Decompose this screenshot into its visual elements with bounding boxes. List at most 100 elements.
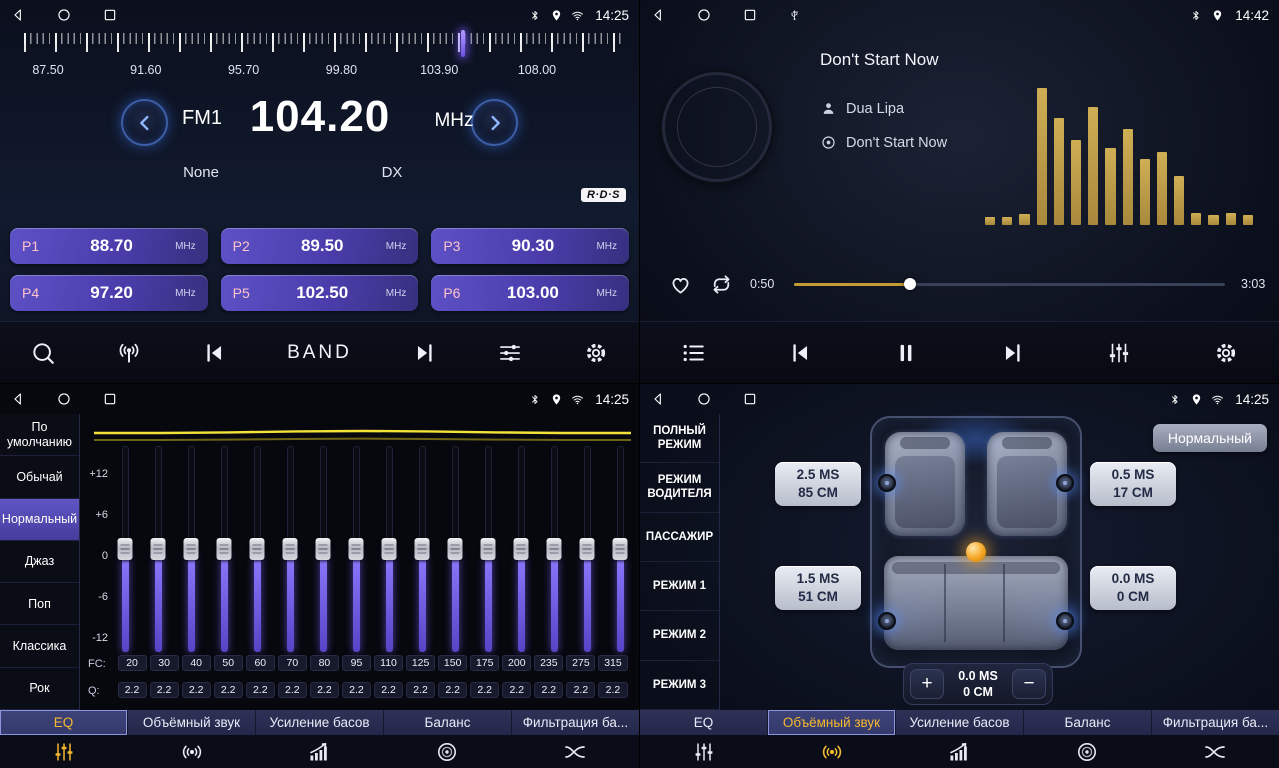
gear-icon[interactable] xyxy=(1213,340,1239,366)
radio-preset-p3-button[interactable]: P390.30MHz xyxy=(431,228,629,264)
broadcast-icon[interactable] xyxy=(116,340,142,366)
slider-handle[interactable] xyxy=(514,538,529,560)
eq-band-slider[interactable] xyxy=(545,446,563,652)
recents-square-icon[interactable] xyxy=(102,391,118,407)
field-mode-item[interactable]: РЕЖИМ ВОДИТЕЛЯ xyxy=(640,463,719,512)
home-circle-icon[interactable] xyxy=(696,7,712,23)
eq-preset-item[interactable]: По умолчанию xyxy=(0,414,79,456)
slider-handle[interactable] xyxy=(580,538,595,560)
next-icon[interactable] xyxy=(1000,340,1026,366)
slider-handle[interactable] xyxy=(151,538,166,560)
radio-preset-p4-button[interactable]: P497.20MHz xyxy=(10,275,208,311)
speaker-rear-left-icon[interactable] xyxy=(878,612,896,630)
eq-band-slider[interactable] xyxy=(281,446,299,652)
previous-icon[interactable] xyxy=(787,340,813,366)
next-icon[interactable] xyxy=(412,340,438,366)
slider-handle[interactable] xyxy=(547,538,562,560)
frequency-dial[interactable]: 87.5091.6095.7099.80103.90108.00 xyxy=(24,33,625,81)
tab-balance[interactable]: Баланс xyxy=(1024,710,1152,735)
slider-handle[interactable] xyxy=(382,538,397,560)
pause-icon[interactable] xyxy=(893,340,919,366)
eq-band-slider[interactable] xyxy=(215,446,233,652)
field-mode-item[interactable]: ПОЛНЫЙ РЕЖИМ xyxy=(640,414,719,463)
eq-band-slider[interactable] xyxy=(446,446,464,652)
slider-handle[interactable] xyxy=(415,538,430,560)
tab-filter[interactable]: Фильтрация ба... xyxy=(1152,710,1279,735)
tab-balance[interactable]: Баланс xyxy=(384,710,512,735)
radio-preset-p1-button[interactable]: P188.70MHz xyxy=(10,228,208,264)
home-circle-icon[interactable] xyxy=(696,391,712,407)
eq-band-slider[interactable] xyxy=(611,446,629,652)
tab-bass-boost[interactable]: Усиление басов xyxy=(256,710,384,735)
eq-band-slider[interactable] xyxy=(149,446,167,652)
tab-eq-icon-cell[interactable] xyxy=(0,740,128,764)
tab-filter-icon-cell[interactable] xyxy=(511,740,639,764)
eq-band-slider[interactable] xyxy=(182,446,200,652)
slider-handle[interactable] xyxy=(250,538,265,560)
tab-balance-icon-cell[interactable] xyxy=(383,740,511,764)
eq-preset-item[interactable]: Обычай xyxy=(0,456,79,498)
field-mode-item[interactable]: РЕЖИМ 2 xyxy=(640,611,719,660)
tab-eq[interactable]: EQ xyxy=(0,710,128,735)
delay-rear-right[interactable]: 0.0 MS 0 CM xyxy=(1090,566,1176,610)
radio-preset-p6-button[interactable]: P6103.00MHz xyxy=(431,275,629,311)
eq-preset-item[interactable]: Классика xyxy=(0,625,79,667)
slider-handle[interactable] xyxy=(184,538,199,560)
recents-square-icon[interactable] xyxy=(102,7,118,23)
tab-balance-icon-cell[interactable] xyxy=(1023,740,1151,764)
back-icon[interactable] xyxy=(650,391,666,407)
tab-surround-sound-icon-cell[interactable] xyxy=(128,740,256,764)
seek-down-button[interactable] xyxy=(121,99,168,146)
slider-handle[interactable] xyxy=(283,538,298,560)
scan-icon[interactable] xyxy=(30,340,56,366)
listening-position-marker[interactable] xyxy=(966,542,986,562)
field-preset-button[interactable]: Нормальный xyxy=(1153,424,1267,452)
repeat-icon[interactable] xyxy=(709,272,734,297)
delay-rear-left[interactable]: 1.5 MS 51 CM xyxy=(775,566,861,610)
field-mode-item[interactable]: РЕЖИМ 1 xyxy=(640,562,719,611)
slider-handle[interactable] xyxy=(448,538,463,560)
tab-bass-boost-icon-cell[interactable] xyxy=(256,740,384,764)
recents-square-icon[interactable] xyxy=(742,391,758,407)
back-icon[interactable] xyxy=(10,391,26,407)
slider-handle[interactable] xyxy=(217,538,232,560)
slider-handle[interactable] xyxy=(316,538,331,560)
tab-bass-boost[interactable]: Усиление басов xyxy=(896,710,1024,735)
mixer-icon[interactable] xyxy=(1106,340,1132,366)
radio-preset-p2-button[interactable]: P289.50MHz xyxy=(221,228,419,264)
slider-handle[interactable] xyxy=(613,538,628,560)
eq-band-slider[interactable] xyxy=(479,446,497,652)
speaker-front-right-icon[interactable] xyxy=(1056,474,1074,492)
eq-band-slider[interactable] xyxy=(413,446,431,652)
tab-eq[interactable]: EQ xyxy=(640,710,768,735)
tab-filter[interactable]: Фильтрация ба... xyxy=(512,710,639,735)
tune-icon[interactable] xyxy=(497,340,523,366)
eq-band-slider[interactable] xyxy=(380,446,398,652)
delay-front-right[interactable]: 0.5 MS 17 CM xyxy=(1090,462,1176,506)
seek-bar[interactable] xyxy=(794,283,1225,286)
field-mode-item[interactable]: РЕЖИМ 3 xyxy=(640,661,719,710)
playlist-icon[interactable] xyxy=(680,340,706,366)
tab-bass-boost-icon-cell[interactable] xyxy=(896,740,1024,764)
eq-band-slider[interactable] xyxy=(512,446,530,652)
field-mode-item[interactable]: ПАССАЖИР xyxy=(640,513,719,562)
home-circle-icon[interactable] xyxy=(56,391,72,407)
delay-front-left[interactable]: 2.5 MS 85 CM xyxy=(775,462,861,506)
back-icon[interactable] xyxy=(10,7,26,23)
heart-icon[interactable] xyxy=(668,272,693,297)
speaker-front-left-icon[interactable] xyxy=(878,474,896,492)
home-circle-icon[interactable] xyxy=(56,7,72,23)
eq-band-slider[interactable] xyxy=(347,446,365,652)
eq-preset-item[interactable]: Поп xyxy=(0,583,79,625)
delay-increase-button[interactable]: + xyxy=(910,669,944,699)
slider-handle[interactable] xyxy=(118,538,133,560)
band-button[interactable]: BAND xyxy=(287,342,352,364)
previous-icon[interactable] xyxy=(201,340,227,366)
eq-band-slider[interactable] xyxy=(248,446,266,652)
eq-preset-item[interactable]: Нормальный xyxy=(0,499,79,541)
tab-surround-sound[interactable]: Объёмный звук xyxy=(768,710,896,735)
slider-handle[interactable] xyxy=(349,538,364,560)
tab-surround-sound-icon-cell[interactable] xyxy=(768,740,896,764)
tab-eq-icon-cell[interactable] xyxy=(640,740,768,764)
slider-handle[interactable] xyxy=(481,538,496,560)
